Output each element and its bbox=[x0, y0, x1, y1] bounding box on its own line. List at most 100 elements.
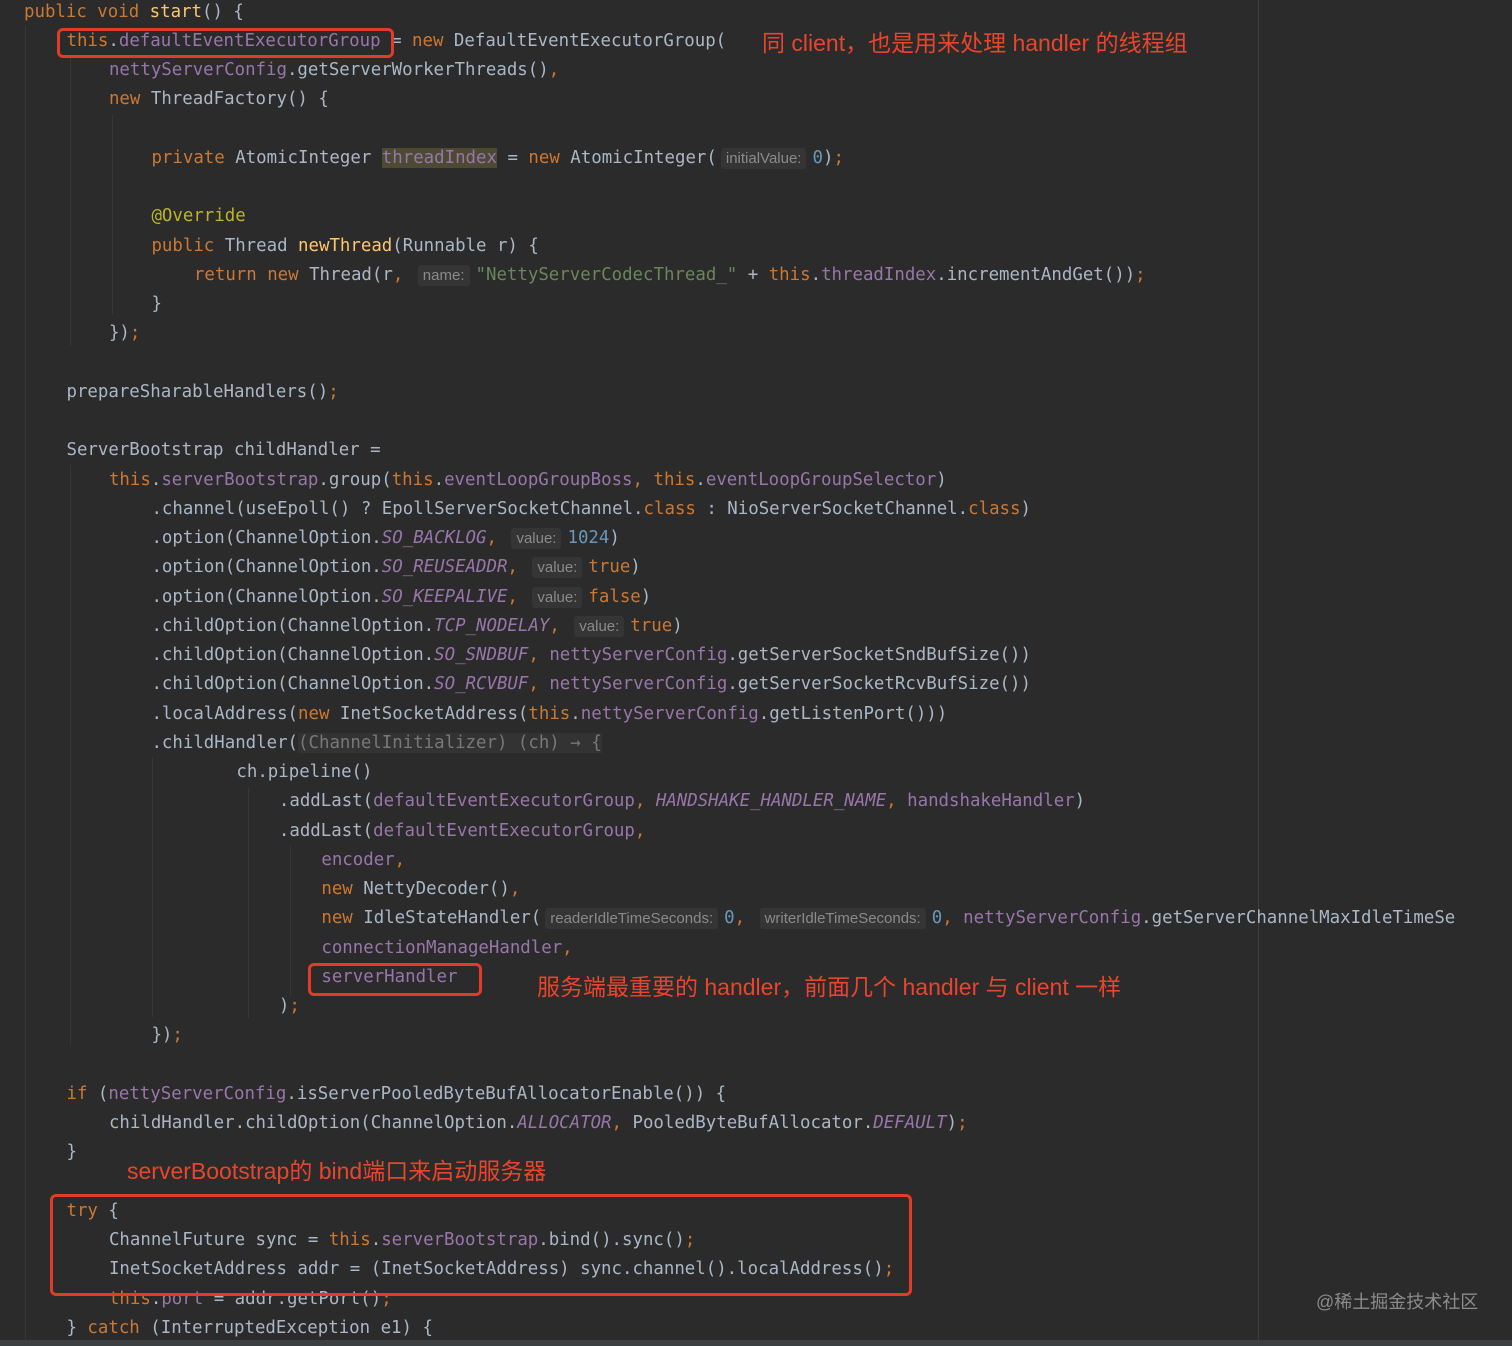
code-token: nettyServerConfig bbox=[580, 703, 759, 724]
code-token: ) bbox=[630, 557, 641, 578]
code-line[interactable]: this.serverBootstrap.group(this.eventLoo… bbox=[109, 466, 947, 495]
code-token: . bbox=[810, 264, 822, 285]
code-token: .option(ChannelOption. bbox=[151, 586, 382, 607]
code-token: new bbox=[528, 147, 571, 168]
code-editor[interactable]: public void start() {this. defaultEventEx… bbox=[0, 0, 1512, 1340]
code-line[interactable]: @Override bbox=[151, 202, 245, 231]
horizontal-scrollbar[interactable] bbox=[0, 1340, 1512, 1346]
code-line[interactable]: if (nettyServerConfig.isServerPooledByte… bbox=[66, 1080, 726, 1109]
code-line[interactable]: .childOption(ChannelOption.SO_RCVBUF, ne… bbox=[151, 670, 1031, 699]
code-line[interactable]: .option(ChannelOption.SO_REUSEADDR, valu… bbox=[151, 553, 641, 582]
code-token: (ChannelInitializer) (ch) → { bbox=[298, 732, 602, 753]
code-token: ch.pipeline() bbox=[236, 762, 373, 782]
code-token: .option(ChannelOption. bbox=[151, 528, 382, 548]
code-token: connectionManageHandler bbox=[321, 937, 563, 958]
code-line[interactable]: connectionManageHandler, bbox=[321, 934, 572, 963]
code-token: prepareSharableHandlers() bbox=[66, 381, 329, 402]
code-token: .addLast( bbox=[278, 820, 374, 841]
code-token: ) bbox=[822, 147, 834, 168]
code-token: ; bbox=[1135, 264, 1146, 285]
code-token: childHandler.childOption(ChannelOption. bbox=[108, 1113, 518, 1133]
indent-guide bbox=[290, 846, 291, 996]
code-token: false bbox=[588, 586, 641, 607]
code-token: ) bbox=[278, 996, 290, 1016]
code-token: new bbox=[298, 703, 340, 724]
code-line[interactable]: new NettyDecoder(), bbox=[321, 875, 520, 904]
code-token: ) bbox=[609, 528, 620, 548]
code-token: } bbox=[66, 1142, 77, 1163]
code-line[interactable]: .addLast(defaultEventExecutorGroup, HAND… bbox=[279, 787, 1085, 816]
code-token: ) bbox=[1020, 498, 1031, 519]
code-token: .addLast( bbox=[278, 791, 374, 812]
code-line[interactable]: }); bbox=[109, 319, 140, 348]
code-token: .childHandler( bbox=[151, 732, 299, 753]
code-line[interactable]: .option(ChannelOption.SO_BACKLOG, value:… bbox=[151, 524, 620, 553]
code-token: Thread bbox=[224, 235, 299, 256]
code-line[interactable]: public Thread newThread(Runnable r) { bbox=[151, 232, 538, 261]
code-line[interactable]: .childOption(ChannelOption.SO_SNDBUF, ne… bbox=[151, 641, 1031, 670]
parameter-hint: value: bbox=[532, 557, 583, 579]
code-line[interactable]: } bbox=[151, 290, 161, 319]
indent-guide bbox=[70, 56, 71, 346]
code-line[interactable]: new IdleStateHandler(readerIdleTimeSecon… bbox=[321, 904, 1455, 933]
code-token: 0 bbox=[931, 908, 943, 929]
indent-guide bbox=[152, 757, 153, 1017]
code-token: defaultEventExecutorGroup bbox=[373, 791, 635, 812]
code-token: ) bbox=[640, 586, 652, 607]
code-token: new bbox=[321, 908, 364, 929]
code-token: .childOption(ChannelOption. bbox=[151, 674, 435, 695]
code-token: , bbox=[942, 908, 964, 929]
code-token: return new bbox=[193, 264, 310, 285]
code-token: ; bbox=[289, 996, 300, 1016]
code-line[interactable]: ServerBootstrap childHandler = bbox=[66, 436, 380, 465]
code-line[interactable]: return new Thread(r, name: "NettyServerCo… bbox=[194, 261, 1146, 290]
code-line[interactable]: ch.pipeline() bbox=[236, 758, 372, 787]
code-token: true bbox=[630, 615, 673, 636]
watermark: @稀土掘金技术社区 bbox=[1316, 1292, 1479, 1312]
indent-guide bbox=[25, 26, 26, 1340]
code-line[interactable]: encoder, bbox=[321, 846, 405, 875]
code-token: handshakeHandler bbox=[907, 791, 1075, 812]
code-line[interactable]: .childHandler((ChannelInitializer) (ch) … bbox=[151, 729, 602, 758]
code-token: (Runnable r) { bbox=[392, 235, 539, 256]
code-token: threadIndex bbox=[381, 147, 497, 168]
code-line[interactable]: ); bbox=[279, 992, 300, 1021]
code-token: .childOption(ChannelOption. bbox=[151, 645, 435, 665]
code-line[interactable]: .option(ChannelOption.SO_KEEPALIVE, valu… bbox=[151, 583, 651, 612]
code-token: defaultEventExecutorGroup bbox=[373, 820, 635, 841]
code-line[interactable]: } bbox=[66, 1138, 76, 1167]
code-token: class bbox=[968, 498, 1021, 519]
code-line[interactable]: }); bbox=[151, 1021, 182, 1050]
annotation-server-handler: 服务端最重要的 handler，前面几个 handler 与 client 一样 bbox=[537, 974, 1122, 1000]
code-token: , bbox=[394, 849, 406, 870]
code-line[interactable]: .channel(useEpoll() ? EpollServerSocketC… bbox=[151, 495, 1031, 524]
code-token: .getListenPort())) bbox=[758, 703, 948, 724]
code-token: DEFAULT bbox=[873, 1113, 947, 1133]
code-token: eventLoopGroupBoss bbox=[444, 469, 633, 490]
parameter-hint: initialValue: bbox=[720, 147, 807, 169]
code-token: , bbox=[886, 791, 908, 812]
code-token: nettyServerConfig bbox=[549, 674, 728, 695]
code-line[interactable]: } catch (InterruptedException e1) { bbox=[66, 1314, 432, 1340]
code-line[interactable]: nettyServerConfig.getServerWorkerThreads… bbox=[109, 56, 559, 85]
code-token: AtomicInteger( bbox=[570, 147, 717, 168]
code-token: 0 bbox=[724, 908, 735, 929]
code-token: SO_SNDBUF bbox=[434, 645, 529, 665]
code-token: .option(ChannelOption. bbox=[151, 557, 382, 578]
code-token: .getServerSocketRcvBufSize()) bbox=[727, 674, 1031, 695]
code-line[interactable]: prepareSharableHandlers(); bbox=[66, 378, 338, 407]
code-line[interactable]: .localAddress(new InetSocketAddress(this… bbox=[151, 700, 947, 729]
code-token: , bbox=[548, 60, 560, 80]
code-line[interactable]: .addLast(defaultEventExecutorGroup, bbox=[279, 817, 645, 846]
code-line[interactable]: childHandler.childOption(ChannelOption.A… bbox=[109, 1109, 968, 1138]
code-line[interactable]: public void start() { bbox=[24, 0, 244, 27]
code-line[interactable]: private AtomicInteger threadIndex = new … bbox=[151, 144, 844, 173]
code-token: 0 bbox=[812, 147, 823, 168]
code-line[interactable]: new ThreadFactory() { bbox=[109, 85, 329, 114]
code-token: = bbox=[496, 147, 529, 168]
code-token: ; bbox=[833, 147, 844, 168]
code-token: encoder bbox=[321, 849, 395, 870]
code-line[interactable]: .childOption(ChannelOption.TCP_NODELAY, … bbox=[151, 612, 683, 641]
code-token: .childOption(ChannelOption. bbox=[151, 615, 435, 636]
code-token: ; bbox=[172, 1025, 183, 1046]
